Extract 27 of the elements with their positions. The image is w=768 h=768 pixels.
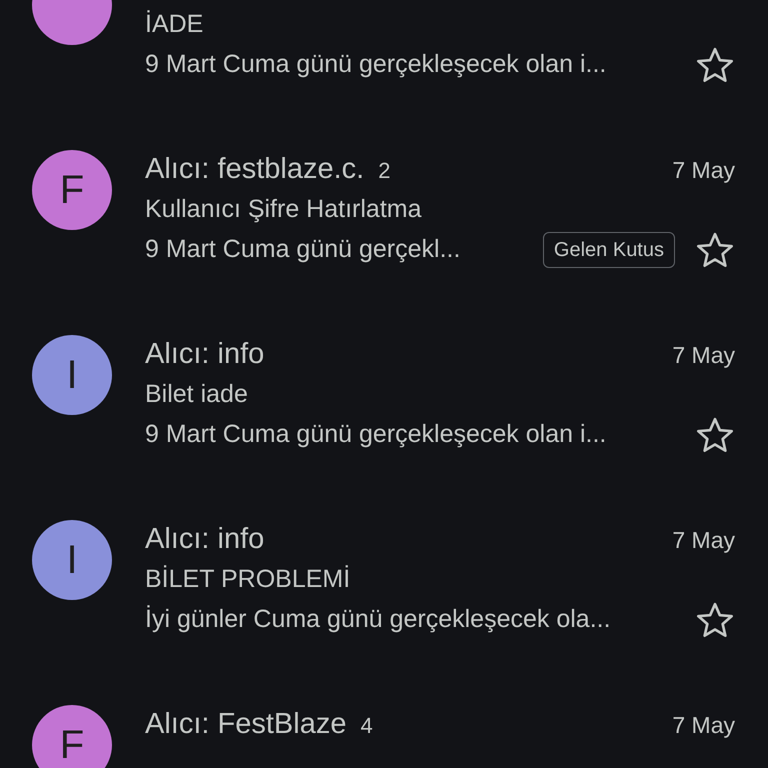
message-snippet: 9 Mart Cuma günü gerçekl... — [145, 234, 460, 266]
star-icon[interactable] — [695, 45, 735, 85]
inbox-label: Gelen Kutus — [542, 232, 675, 268]
sender-name: Alıcı: FestBlaze — [145, 707, 346, 742]
sender-name: Alıcı: festblaze.c. — [145, 152, 364, 188]
sender-name: Alıcı: info — [145, 337, 264, 372]
message-subject: İADE — [145, 9, 204, 40]
message-date: 7 May — [672, 710, 735, 740]
message-subject: Bilet iade — [145, 379, 248, 410]
message-date: 7 May — [672, 526, 735, 555]
message-date: 7 May — [672, 156, 735, 185]
star-icon[interactable] — [695, 600, 735, 640]
avatar: I — [32, 335, 112, 415]
message-count: 2 — [378, 156, 390, 184]
message-snippet: 9 Mart Cuma günü gerçekleşecek olan i... — [145, 419, 606, 450]
sender-name: Alıcı: info — [145, 522, 264, 558]
message-date: 7 May — [672, 340, 735, 370]
message-subject: BİLET PROBLEMİ — [145, 564, 350, 596]
star-icon[interactable] — [695, 415, 735, 455]
star-icon[interactable] — [695, 230, 735, 270]
avatar: F — [32, 705, 112, 768]
message-snippet: 9 Mart Cuma günü gerçekleşecek olan i... — [145, 49, 606, 80]
message-subject: Kullanıcı Şifre Hatırlatma — [145, 194, 422, 226]
avatar: I — [32, 520, 112, 600]
message-snippet: İyi günler Cuma günü gerçekleşecek ola... — [145, 604, 611, 636]
message-count: 4 — [360, 712, 373, 740]
avatar: F — [32, 150, 112, 230]
